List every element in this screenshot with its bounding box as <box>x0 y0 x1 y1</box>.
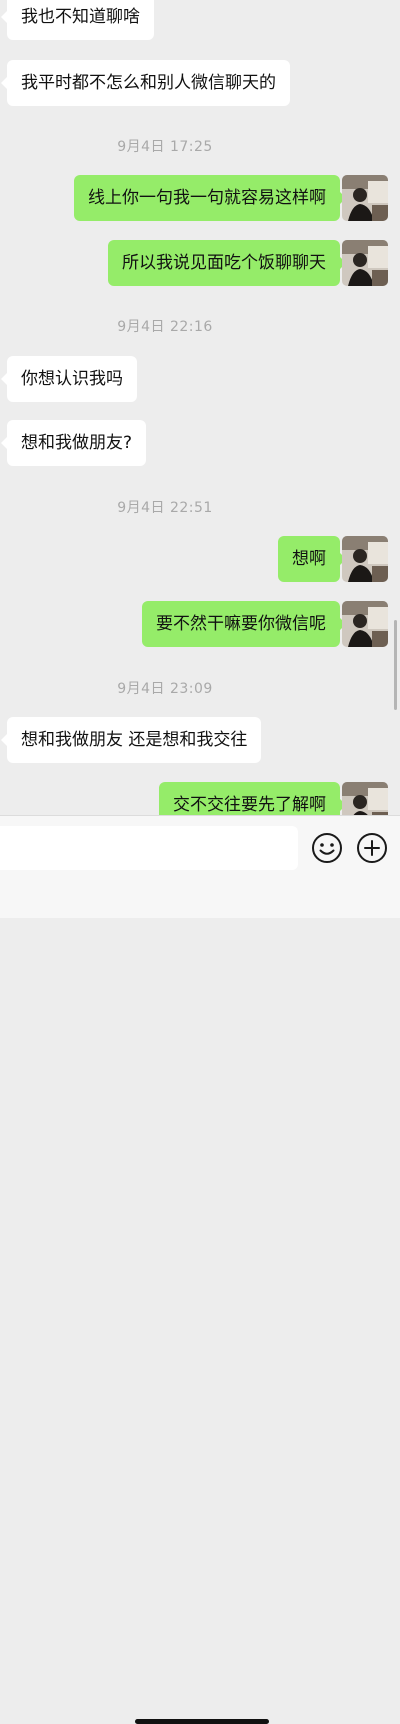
avatar[interactable] <box>342 601 388 647</box>
avatar-image <box>342 782 388 815</box>
avatar-image <box>342 240 388 286</box>
message-bubble[interactable]: 想啊 <box>278 536 346 582</box>
avatar[interactable] <box>342 536 388 582</box>
home-indicator <box>135 1719 269 1724</box>
message-bubble[interactable]: 你想认识我吗 <box>1 356 137 402</box>
timestamp: 9月4日 17:25 <box>117 139 213 155</box>
message-bubble[interactable]: 我平时都不怎么和别人微信聊天的 <box>1 60 290 106</box>
avatar-image <box>342 536 388 582</box>
avatar-image <box>342 175 388 221</box>
avatar[interactable] <box>342 782 388 815</box>
scrollbar[interactable] <box>394 620 397 710</box>
chat-message-list[interactable]: 我也不知道聊啥 我平时都不怎么和别人微信聊天的 9月4日 17:25 线上你一句… <box>0 0 400 815</box>
avatar-image <box>342 601 388 647</box>
message-bubble[interactable]: 想和我做朋友? <box>0 420 147 466</box>
timestamp: 9月4日 22:51 <box>117 500 213 516</box>
message-bubble[interactable]: 想和我做朋友 还是想和我交往 <box>0 717 262 763</box>
chat-input-bar <box>0 815 400 1724</box>
emoji-button[interactable] <box>311 832 343 864</box>
message-input[interactable] <box>0 826 298 870</box>
timestamp: 9月4日 23:09 <box>117 681 213 697</box>
message-bubble[interactable]: 所以我说见面吃个饭聊聊天 <box>108 240 346 286</box>
emoji-icon <box>312 833 342 863</box>
more-button[interactable] <box>356 832 388 864</box>
message-bubble[interactable]: 要不然干嘛要你微信呢 <box>142 601 346 647</box>
message-bubble[interactable]: 我也不知道聊啥 <box>1 0 154 40</box>
timestamp: 9月4日 22:16 <box>117 319 213 335</box>
avatar[interactable] <box>342 240 388 286</box>
avatar[interactable] <box>342 175 388 221</box>
plus-icon <box>357 833 387 863</box>
message-bubble[interactable]: 交不交往要先了解啊 <box>159 782 346 815</box>
message-bubble[interactable]: 线上你一句我一句就容易这样啊 <box>74 175 346 221</box>
